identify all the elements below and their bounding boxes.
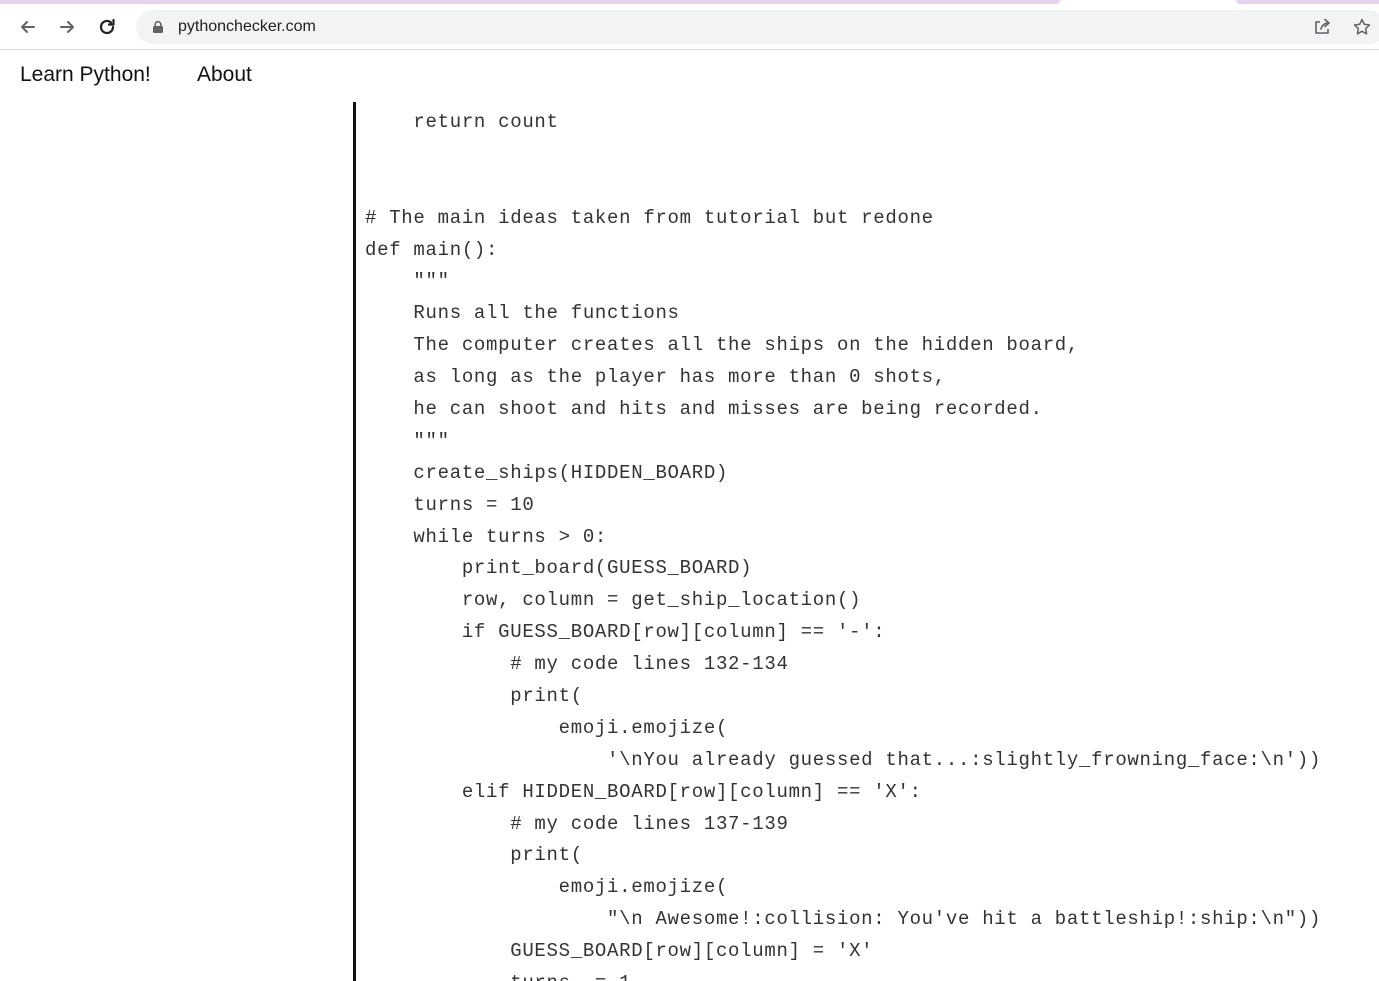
nav-learn-python-link[interactable]: Learn Python! [20,63,151,87]
code-line: as long as the player has more than 0 sh… [365,366,946,389]
code-line: he can shoot and hits and misses are bei… [365,398,1043,421]
forward-button[interactable] [52,12,82,42]
reload-button[interactable] [92,12,122,42]
browser-toolbar: pythonchecker.com [0,4,1379,50]
code-line: while turns > 0: [365,525,608,548]
code-line: # my code lines 132-134 [365,653,789,676]
code-line: turns -= 1 [365,968,1321,981]
code-line: """ [365,429,450,452]
code-line: turns = 10 [365,493,535,516]
star-icon [1353,18,1371,35]
share-button[interactable] [1312,17,1332,37]
code-line: row, column = get_ship_location() [365,589,862,612]
code-line: emoji.emojize( [365,876,729,899]
code-line: if GUESS_BOARD[row][column] == '-': [365,621,886,644]
code-line: GUESS_BOARD[row][column] = 'X' [365,940,874,963]
code-line: def main(): [365,238,499,261]
code-line: """ [365,270,450,293]
code-line: print( [365,844,583,867]
code-line: '\nYou already guessed that...:slightly_… [365,748,1322,771]
code-line: elif HIDDEN_BOARD[row][column] == 'X': [365,780,922,803]
lock-icon[interactable] [151,20,165,34]
nav-about-link[interactable]: About [197,63,252,87]
code-line: The computer creates all the ships on th… [365,334,1080,357]
url-text[interactable]: pythonchecker.com [178,18,316,36]
code-line: # The main ideas taken from tutorial but… [365,206,934,229]
code-line: "\n Awesome!:collision: You've hit a bat… [365,908,1322,931]
code-line: # my code lines 137-139 [365,812,789,835]
address-bar[interactable]: pythonchecker.com [136,10,1379,44]
code-line: Runs all the functions [365,302,680,325]
reload-icon [99,18,115,35]
code-line: create_ships(HIDDEN_BOARD) [365,461,729,484]
bookmark-button[interactable] [1352,17,1372,37]
code-line: print_board(GUESS_BOARD) [365,557,753,580]
share-icon [1315,18,1330,34]
code-block: return count # The main ideas taken from … [365,107,1321,981]
site-navigation: Learn Python! About [0,50,1379,102]
back-button[interactable] [13,12,43,42]
code-panel: return count # The main ideas taken from … [353,102,1379,981]
arrow-right-icon [60,21,74,33]
code-line: emoji.emojize( [365,716,729,739]
code-line: return count [365,111,559,133]
arrow-left-icon [21,21,35,33]
code-line: print( [365,685,583,708]
